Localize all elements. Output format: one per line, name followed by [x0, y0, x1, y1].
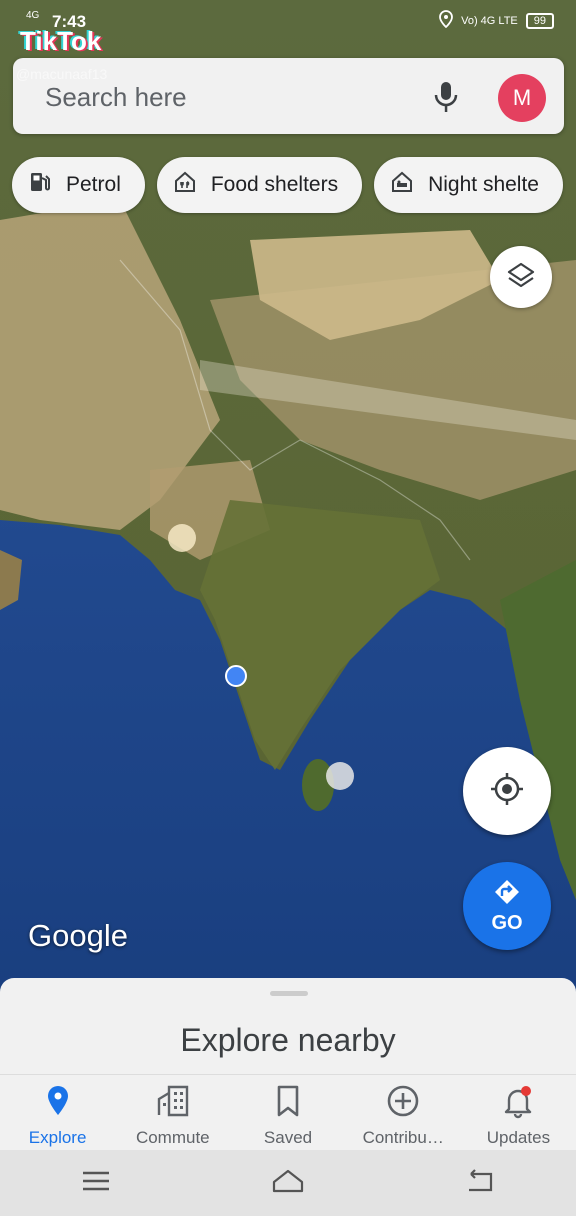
tab-saved[interactable]: Saved	[230, 1075, 345, 1151]
microphone-icon[interactable]	[433, 80, 459, 114]
chip-food-shelters[interactable]: Food shelters	[156, 157, 363, 213]
chip-petrol[interactable]: Petrol	[12, 157, 145, 213]
back-icon[interactable]	[463, 1166, 497, 1201]
system-navigation-bar	[0, 1150, 576, 1216]
battery-indicator: 99	[525, 12, 554, 29]
pin-icon	[40, 1083, 76, 1124]
crosshair-icon	[489, 771, 525, 812]
night-shelter-icon	[390, 170, 414, 200]
go-label: GO	[491, 911, 523, 934]
chip-label: Night shelte	[428, 173, 539, 196]
home-icon[interactable]	[271, 1166, 305, 1201]
tab-label: Explore	[28, 1128, 87, 1147]
search-input[interactable]: Search here	[45, 82, 187, 113]
tab-contribute[interactable]: Contribu…	[346, 1075, 461, 1151]
fuel-pump-icon	[28, 170, 52, 200]
directions-icon	[493, 878, 521, 912]
tab-updates[interactable]: Updates	[461, 1075, 576, 1151]
chip-label: Petrol	[66, 173, 121, 196]
tab-label: Saved	[263, 1128, 313, 1147]
food-shelter-icon	[173, 170, 197, 200]
layers-button[interactable]	[490, 246, 552, 308]
location-status-icon	[439, 10, 453, 31]
tiktok-watermark: TikTok	[20, 26, 102, 56]
my-location-button[interactable]	[463, 747, 551, 835]
tab-label: Commute	[135, 1128, 210, 1147]
signal-indicator: Vo) 4G LTE	[461, 14, 518, 27]
directions-go-button[interactable]: GO	[463, 862, 551, 950]
tab-label: Contribu…	[362, 1128, 444, 1147]
network-type: 4G	[26, 10, 40, 21]
bottom-navigation: Explore Commute Saved Contribu… Updates	[0, 1074, 576, 1151]
bookmark-icon	[270, 1083, 306, 1124]
bell-icon	[500, 1083, 536, 1124]
chip-label: Food shelters	[210, 173, 339, 196]
sheet-drag-handle[interactable]	[270, 991, 308, 996]
tab-commute[interactable]: Commute	[115, 1075, 230, 1151]
layers-icon	[506, 260, 536, 295]
tab-label: Updates	[486, 1128, 551, 1147]
plus-circle-icon	[385, 1083, 421, 1124]
tab-explore[interactable]: Explore	[0, 1075, 115, 1151]
category-chips: Petrol Food shelters Night shelte	[12, 157, 563, 213]
chip-night-shelters[interactable]: Night shelte	[374, 157, 563, 213]
building-icon	[155, 1083, 191, 1124]
menu-icon[interactable]	[79, 1166, 113, 1201]
avatar[interactable]: M	[498, 74, 546, 122]
explore-sheet[interactable]: Explore nearby	[0, 978, 576, 1074]
tiktok-handle: @macunaaf13	[16, 66, 108, 82]
sheet-title: Explore nearby	[180, 1022, 396, 1058]
google-watermark: Google	[28, 918, 128, 953]
